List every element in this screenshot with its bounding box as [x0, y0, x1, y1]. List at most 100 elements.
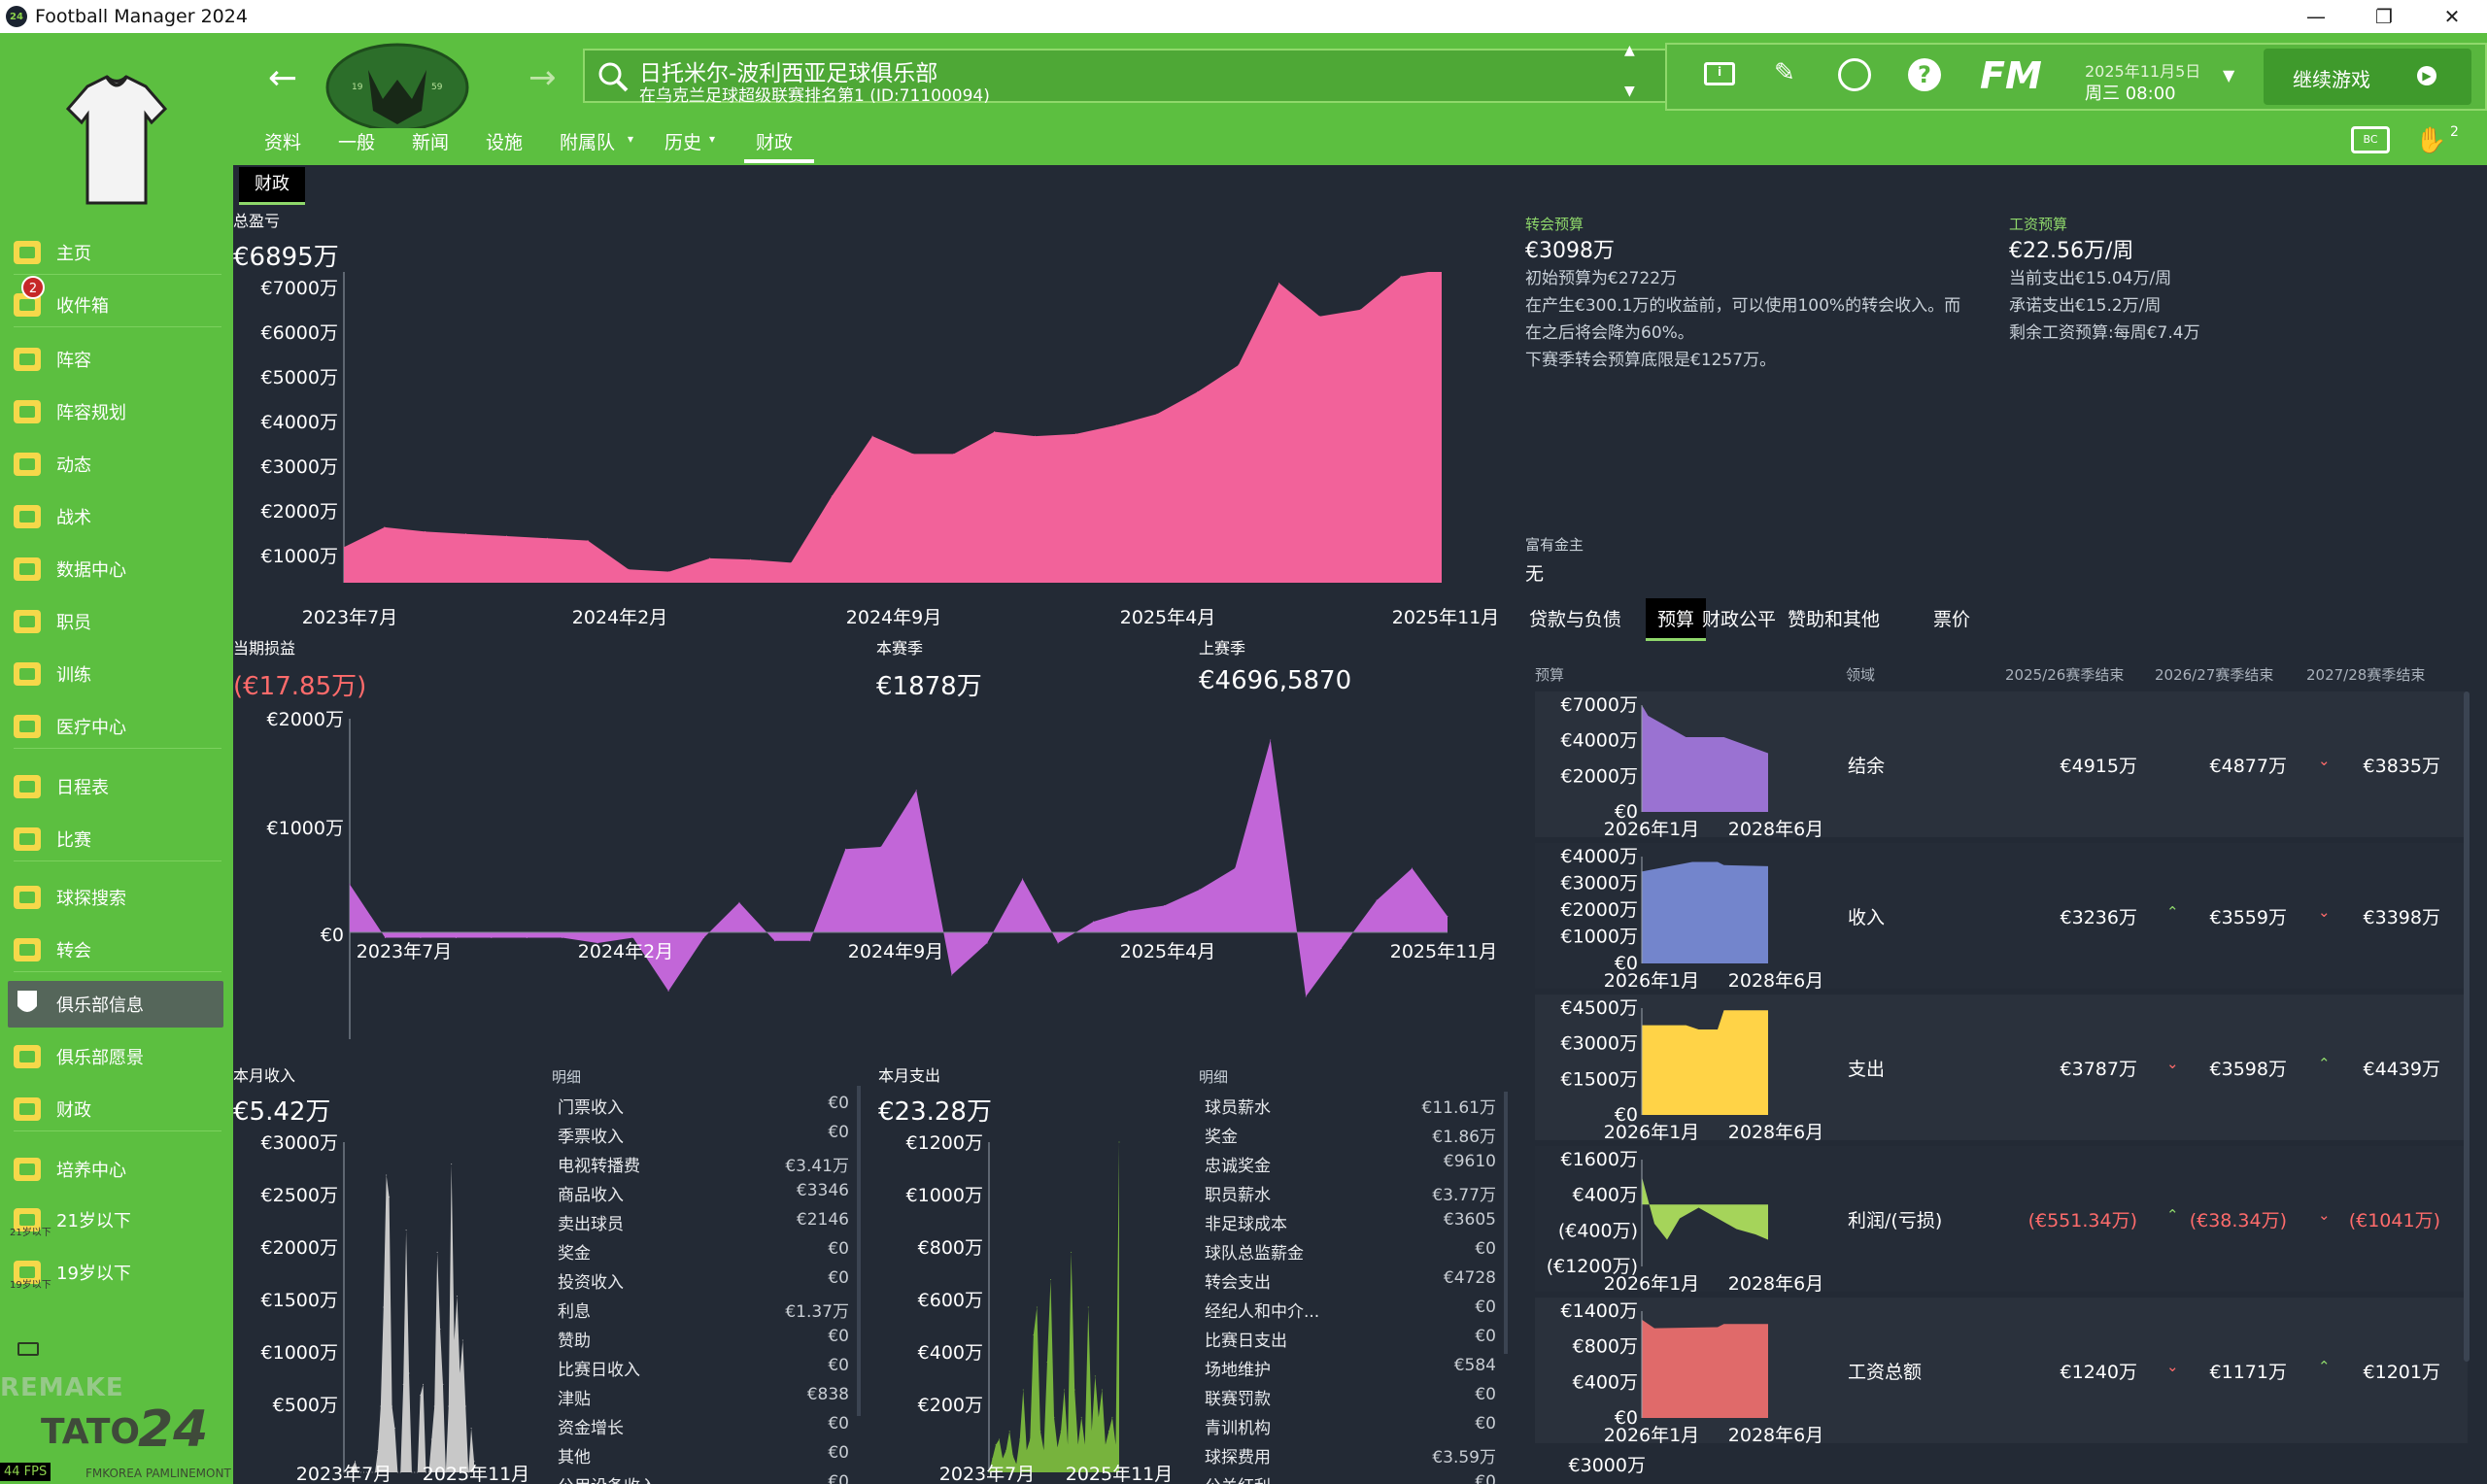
fin-tab-1[interactable]: 贷款与负债 — [1529, 598, 1621, 641]
sidebar-item-15[interactable]: 俱乐部信息 — [8, 981, 223, 1028]
sidebar-item-1[interactable]: 主页 — [8, 229, 223, 276]
sidebar-item-6[interactable]: 战术 — [8, 493, 223, 540]
sidebar-item-17[interactable]: 财政 — [8, 1086, 223, 1132]
maximize-icon[interactable]: ❐ — [2355, 2, 2413, 31]
expense-scrollbar[interactable] — [1504, 1092, 1508, 1354]
edit-pencil-icon[interactable]: ✎ — [1774, 58, 1795, 87]
chevron-down-icon[interactable]: ▼ — [1624, 84, 1635, 99]
data-point — [505, 535, 507, 537]
budget-value-3: (€1041万) — [2348, 1210, 2440, 1231]
sidebar-item-16[interactable]: 俱乐部愿景 — [8, 1033, 223, 1080]
wage-budget-line: 承诺支出€15.2万/周 — [2009, 296, 2162, 316]
sidebar-item-label: 日程表 — [56, 778, 109, 798]
detail-row-value: €0 — [828, 1356, 849, 1375]
tab-6[interactable]: 历史 — [664, 128, 701, 154]
y-tick-label: €6000万 — [261, 322, 338, 344]
budget-area-label: 支出 — [1848, 1059, 1886, 1080]
fin-tab-5[interactable]: 票价 — [1933, 598, 1970, 641]
sidebar-item-3[interactable]: 阵容 — [8, 336, 223, 383]
sidebar-item-11[interactable]: 日程表 — [8, 763, 223, 810]
detail-row-label: 津贴 — [558, 1390, 591, 1409]
tab-3[interactable]: 新闻 — [412, 128, 449, 154]
x-tick-label: 2024年2月 — [572, 607, 667, 628]
detail-row-value: €0 — [828, 1123, 849, 1142]
data-point — [1359, 309, 1361, 311]
detail-row-value: €0 — [1475, 1414, 1496, 1433]
data-point — [420, 937, 422, 938]
budget-scrollbar[interactable] — [2464, 691, 2470, 1362]
back-arrow-icon[interactable]: ← — [268, 58, 297, 98]
club-search-box[interactable]: 日托米尔-波利西亚足球俱乐部 在乌克兰足球超级联赛排名第1 (ID:711000… — [583, 49, 1842, 106]
data-point — [1092, 921, 1094, 923]
budget-value-1: €4915万 — [2060, 756, 2137, 777]
data-point — [1046, 1362, 1048, 1364]
data-point — [439, 1329, 441, 1331]
budget-header-5: 2027/28赛季结束 — [2306, 666, 2426, 684]
data-point — [1008, 1431, 1010, 1432]
fin-tab-3[interactable]: 财政公平 — [1702, 598, 1776, 641]
budget-area-label: 结余 — [1848, 756, 1886, 777]
sidebar-item-4[interactable]: 阵容规划 — [8, 388, 223, 435]
id-card-icon[interactable]: i — [1704, 62, 1735, 85]
period-profit-chart: €2000万 €1000万 €0 2023年7月 2024年2月 2024年9月 2025年… — [267, 709, 1498, 1039]
sidebar-item-14[interactable]: 转会 — [8, 927, 223, 973]
sidebar-item-label: 培养中心 — [56, 1161, 126, 1181]
x-tick-label: 2025年11月 — [423, 1464, 530, 1484]
help-icon[interactable]: ? — [1908, 58, 1941, 91]
budget-row-2: €4000万 €3000万 €2000万 €1000万 €0 2026年1月 2028年6月… — [1535, 843, 2468, 989]
transfer-budget-label: 转会预算 — [1525, 216, 1584, 233]
sidebar-item-label: 数据中心 — [56, 560, 126, 581]
continue-button[interactable]: 继续游戏 ▶ — [2264, 49, 2471, 105]
budget-area — [1642, 705, 1768, 812]
forward-arrow-icon[interactable]: → — [528, 58, 557, 97]
fin-tab-2[interactable]: 预算 — [1646, 598, 1707, 641]
globe-icon[interactable] — [1838, 58, 1871, 91]
sidebar-item-19[interactable]: 21岁以下 21岁以下 — [8, 1197, 223, 1243]
tab-5[interactable]: 附属队 — [560, 128, 615, 154]
minimize-icon[interactable]: — — [2287, 2, 2345, 31]
section-tab-finance[interactable]: 财政 — [239, 167, 305, 202]
budget-header-4: 2026/27赛季结束 — [2155, 666, 2274, 684]
sidebar-item-12[interactable]: 比赛 — [8, 816, 223, 862]
x-tick-label: 2025年11月 — [1390, 941, 1498, 962]
income-scrollbar[interactable] — [857, 1086, 861, 1416]
data-point — [1156, 413, 1158, 415]
date-dropdown-icon[interactable]: ▼ — [2223, 66, 2234, 84]
detail-row-label: 职员薪水 — [1205, 1186, 1271, 1205]
close-icon[interactable]: ✕ — [2423, 2, 2481, 31]
wage-budget-value: €22.56万/周 — [2009, 239, 2134, 263]
chevron-up-icon[interactable]: ▲ — [1624, 43, 1635, 58]
watermark-tato: TATO — [41, 1412, 140, 1452]
sidebar-item-10[interactable]: 医疗中心 — [8, 703, 223, 750]
sidebar-tactics-icon — [8, 497, 47, 536]
fin-tab-4[interactable]: 赞助和其他 — [1788, 598, 1880, 641]
sidebar-item-2[interactable]: 收件箱 2 — [8, 276, 223, 328]
sidebar-item-18[interactable]: 培养中心 — [8, 1146, 223, 1193]
sidebar-item-20[interactable]: 19岁以下 19岁以下 — [8, 1249, 223, 1296]
sidebar-item-7[interactable]: 数据中心 — [8, 546, 223, 592]
data-point — [1077, 1444, 1079, 1446]
budget-y-tick: €1500万 — [1561, 1068, 1638, 1090]
budget-value-2: €1171万 — [2209, 1362, 2287, 1383]
tab-4[interactable]: 设施 — [486, 128, 523, 154]
data-point — [844, 848, 846, 850]
sidebar-item-9[interactable]: 训练 — [8, 651, 223, 697]
budget-area-label: 工资总额 — [1848, 1362, 1923, 1383]
sidebar-item-label: 俱乐部愿景 — [56, 1048, 144, 1068]
sidebar-item-8[interactable]: 职员 — [8, 598, 223, 645]
play-icon: ▶ — [2417, 66, 2436, 85]
tab-1[interactable]: 资料 — [264, 128, 301, 154]
sidebar-item-5[interactable]: 动态 — [8, 441, 223, 488]
budget-next-y-tick: €3000万 — [1568, 1455, 1646, 1476]
data-point — [1022, 878, 1024, 880]
sidebar-item-13[interactable]: 球探搜索 — [8, 874, 223, 921]
sidebar-transfers-icon — [8, 930, 47, 969]
tab-7[interactable]: 财政 — [756, 128, 793, 154]
budget-x-tick: 2028年6月 — [1728, 1122, 1823, 1140]
notifications-icon[interactable]: ✋ — [2415, 126, 2446, 155]
y-tick-label: €1500万 — [261, 1290, 338, 1311]
collapse-icon[interactable] — [17, 1342, 39, 1356]
bc-icon[interactable]: BC — [2351, 126, 2390, 153]
tab-2[interactable]: 一般 — [338, 128, 375, 154]
fm-logo[interactable]: FM — [1980, 54, 2042, 97]
